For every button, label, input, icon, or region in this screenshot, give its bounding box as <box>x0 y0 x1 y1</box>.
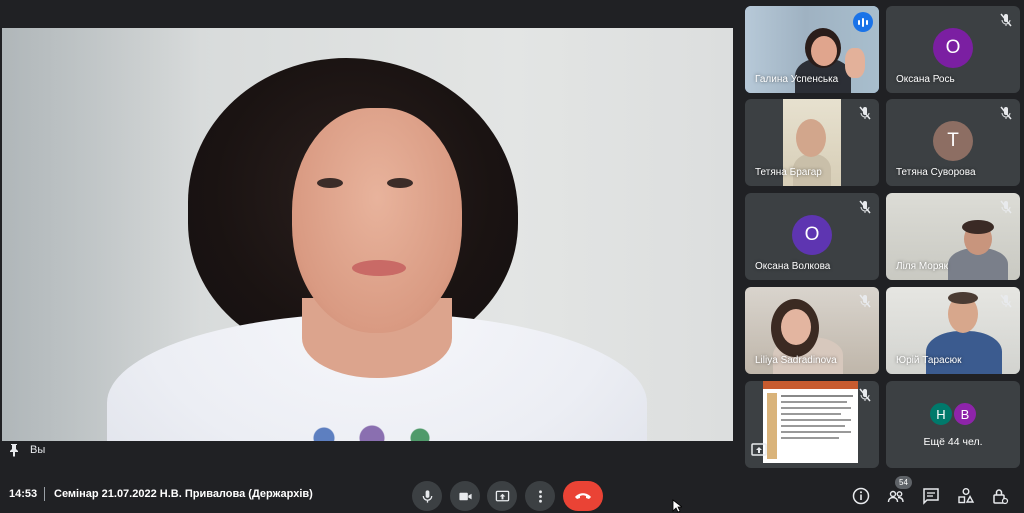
participant-name: Юрій Тарасюк <box>896 355 962 366</box>
camera-button[interactable] <box>450 481 480 511</box>
participant-face <box>811 36 837 66</box>
shared-document-preview <box>763 381 858 463</box>
participant-name: Оксана Рось <box>896 74 955 85</box>
avatar: В <box>952 401 978 427</box>
people-count-badge: 54 <box>895 476 912 489</box>
speaker-eye-right <box>387 178 413 188</box>
present-screen-icon <box>495 490 509 501</box>
present-button[interactable] <box>487 481 517 511</box>
chat-icon <box>923 488 939 505</box>
mic-button[interactable] <box>412 481 442 511</box>
people-icon <box>887 490 904 503</box>
divider <box>44 487 45 501</box>
info-button[interactable] <box>850 485 872 507</box>
mic-icon <box>422 489 432 503</box>
self-label-text: Вы <box>30 444 46 456</box>
speaking-indicator-icon <box>853 12 873 32</box>
waving-hand <box>845 48 865 78</box>
participant-tile-halyna[interactable]: Галина Успенська <box>745 6 879 93</box>
mic-off-icon <box>1000 294 1012 308</box>
avatar: О <box>933 28 973 68</box>
mic-off-icon <box>859 294 871 308</box>
participant-tile-tetiana-brahar[interactable]: Тетяна Брагар <box>745 99 879 186</box>
speaker-eye-left <box>317 178 343 188</box>
mic-off-icon <box>1000 200 1012 214</box>
mouse-cursor-icon <box>672 499 682 513</box>
more-options-icon <box>538 489 542 503</box>
blouse-embroidery <box>292 418 452 441</box>
host-controls-button[interactable] <box>989 485 1011 507</box>
speaker-face <box>292 108 462 333</box>
participant-tile-liliya-sadradinova[interactable]: Liliya Sadradinova <box>745 287 879 374</box>
participant-face <box>781 309 811 345</box>
more-participants-tile[interactable]: Н В Ещё 44 чел. <box>886 381 1020 468</box>
participant-tile-oksana-volkova[interactable]: О Оксана Волкова <box>745 193 879 280</box>
camera-icon <box>458 492 472 500</box>
end-call-icon <box>575 493 591 499</box>
meeting-time: 14:53 <box>9 488 38 500</box>
avatar: О <box>792 215 832 255</box>
participant-hair <box>948 292 978 304</box>
pin-icon[interactable] <box>8 443 20 457</box>
participant-name: Оксана Волкова <box>755 261 831 272</box>
self-view-label[interactable]: Вы <box>8 443 45 457</box>
participant-tile-yurii-tarasiuk[interactable]: Юрій Тарасюк <box>886 287 1020 374</box>
participant-name: Тетяна Суворова <box>896 167 976 178</box>
avatar: Т <box>933 121 973 161</box>
participant-hair <box>962 220 994 234</box>
presentation-tile[interactable] <box>745 381 879 468</box>
speaker-lips <box>352 260 406 276</box>
end-call-button[interactable] <box>563 481 603 511</box>
participant-body <box>926 331 1002 374</box>
mic-off-icon <box>1000 13 1012 27</box>
chat-button[interactable] <box>920 485 942 507</box>
more-options-button[interactable] <box>525 481 555 511</box>
mic-off-icon <box>1000 106 1012 120</box>
more-participants-label: Ещё 44 чел. <box>923 436 983 448</box>
host-controls-icon <box>993 489 1009 505</box>
mic-off-icon <box>859 200 871 214</box>
activities-icon <box>958 488 975 504</box>
participant-tile-lilia-moriak[interactable]: Ліля Моряк <box>886 193 1020 280</box>
meeting-title: Семінар 21.07.2022 Н.В. Привалова (Держа… <box>54 488 313 500</box>
info-icon <box>852 487 870 505</box>
mic-off-icon <box>859 106 871 120</box>
activities-button[interactable] <box>955 485 977 507</box>
participant-name: Ліля Моряк <box>896 261 949 272</box>
mic-off-icon <box>859 388 871 402</box>
main-speaker-video <box>2 28 733 441</box>
participant-name: Галина Успенська <box>755 74 839 85</box>
participant-name: Тетяна Брагар <box>755 167 822 178</box>
participant-name: Liliya Sadradinova <box>755 355 837 366</box>
bottom-toolbar: 14:53 Семінар 21.07.2022 Н.В. Привалова … <box>0 472 1024 513</box>
participant-face <box>796 119 826 157</box>
present-screen-icon <box>751 443 767 456</box>
avatar: Н <box>928 401 954 427</box>
participant-tile-tetiana-suvorova[interactable]: Т Тетяна Суворова <box>886 99 1020 186</box>
participant-tile-oksana-ros[interactable]: О Оксана Рось <box>886 6 1020 93</box>
